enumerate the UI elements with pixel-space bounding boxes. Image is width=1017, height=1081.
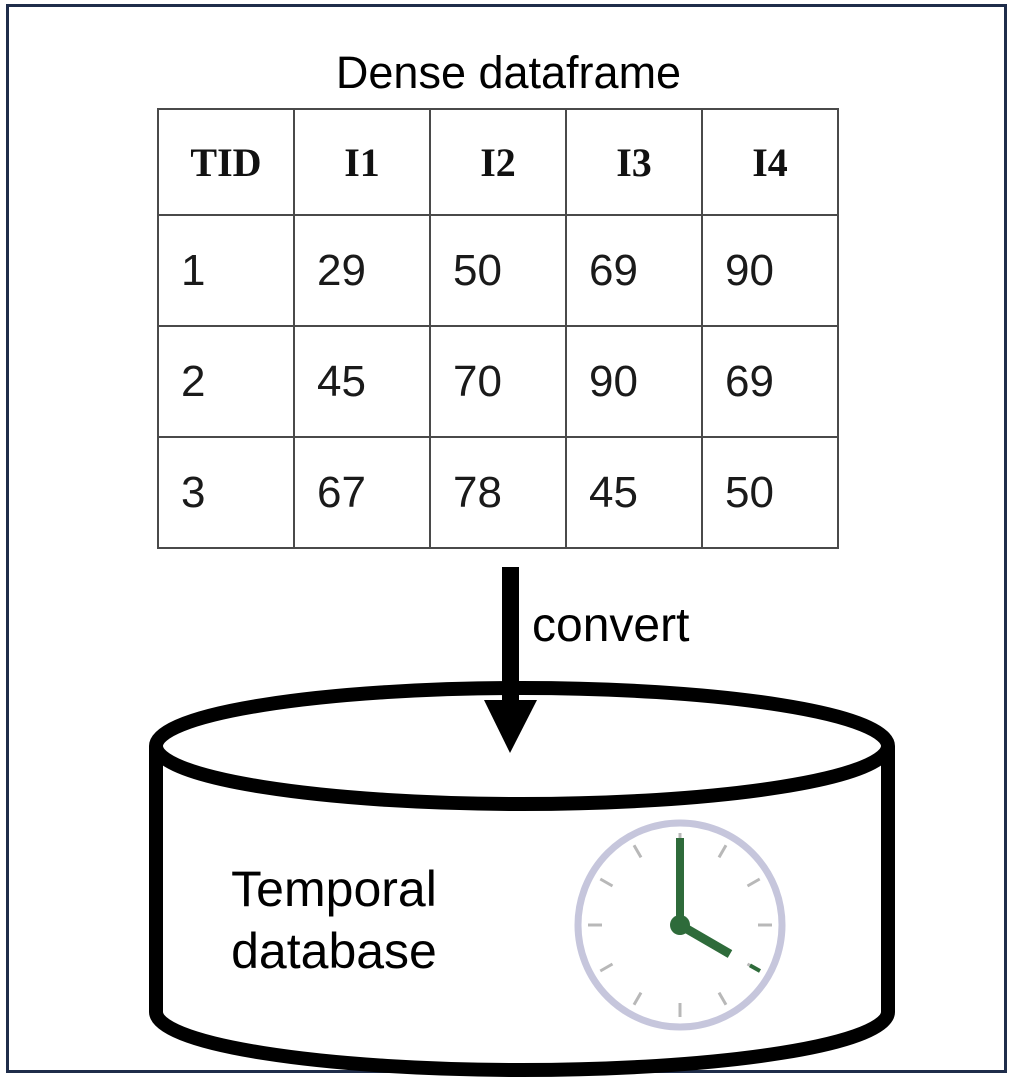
clock-icon: [574, 819, 786, 1031]
convert-label: convert: [532, 599, 690, 652]
clock-center: [670, 915, 690, 935]
diagram-graphics: [149, 567, 895, 1077]
database-label: Temporal database: [200, 858, 468, 982]
database-label-line1: Temporal: [231, 861, 437, 917]
database-label-line2: database: [231, 923, 437, 979]
